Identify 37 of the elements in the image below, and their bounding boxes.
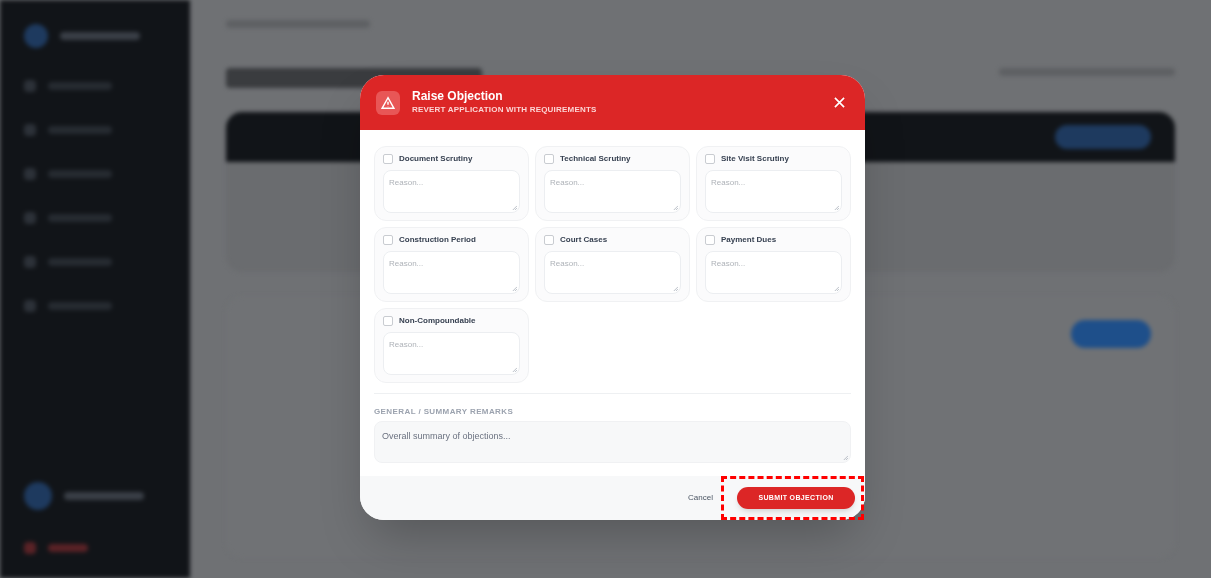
remarks-field[interactable]: Overall summary of objections... [374,421,851,463]
objection-label: Technical Scrutiny [560,153,631,165]
reason-field[interactable]: Reason... [705,170,842,213]
resize-handle-icon [512,286,517,291]
blurred-text [48,544,88,552]
checkbox[interactable] [705,235,715,245]
objection-label: Document Scrutiny [399,153,473,165]
resize-handle-icon [512,367,517,372]
resize-handle-icon [843,455,848,460]
resize-handle-icon [673,205,678,210]
checkbox[interactable] [544,154,554,164]
objection-label: Site Visit Scrutiny [721,153,789,165]
reason-field[interactable]: Reason... [383,170,520,213]
reason-field[interactable]: Reason... [544,170,681,213]
objection-label: Construction Period [399,234,476,246]
resize-handle-icon [834,205,839,210]
objection-label: Non-Compoundable [399,315,476,327]
reason-field[interactable]: Reason... [705,251,842,294]
objection-label: Payment Dues [721,234,777,246]
checkbox[interactable] [383,316,393,326]
checkbox[interactable] [383,235,393,245]
resize-handle-icon [512,205,517,210]
dialog-subtitle: REVERT APPLICATION WITH REQUIREMENTS [412,104,597,116]
warning-icon [376,90,400,115]
checkbox[interactable] [705,154,715,164]
remarks-label: GENERAL / SUMMARY REMARKS [374,406,515,418]
dialog-title: Raise Objection [412,89,504,104]
close-icon [833,97,845,108]
objection-label: Court Cases [560,234,608,246]
reason-field[interactable]: Reason... [383,332,520,375]
resize-handle-icon [673,286,678,291]
checkbox[interactable] [383,154,393,164]
reason-field[interactable]: Reason... [544,251,681,294]
checkbox[interactable] [544,235,554,245]
cancel-button[interactable]: Cancel [688,492,713,504]
reason-field[interactable]: Reason... [383,251,520,294]
resize-handle-icon [834,286,839,291]
